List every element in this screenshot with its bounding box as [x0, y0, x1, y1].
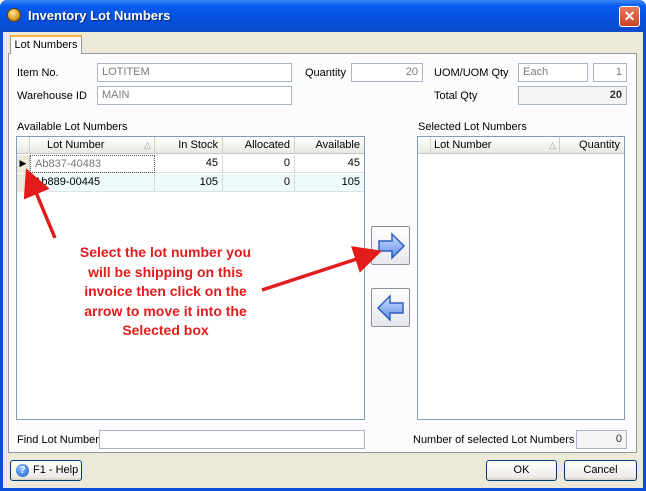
- annotation-arrow-to-row: [23, 168, 57, 239]
- annotation-line: Select the lot number you: [79, 244, 252, 260]
- tab-lot-numbers[interactable]: Lot Numbers: [10, 35, 82, 54]
- annotation-line: Selected box: [122, 322, 209, 338]
- annotation-line: invoice then click on the: [84, 283, 247, 299]
- annotation-arrow-to-button: [261, 246, 382, 292]
- annotation-line: will be shipping on this: [88, 263, 243, 280]
- tutorial-annotation: Select the lot number you will be shippi…: [58, 243, 273, 341]
- annotation-line: arrow to move it into the: [84, 302, 247, 319]
